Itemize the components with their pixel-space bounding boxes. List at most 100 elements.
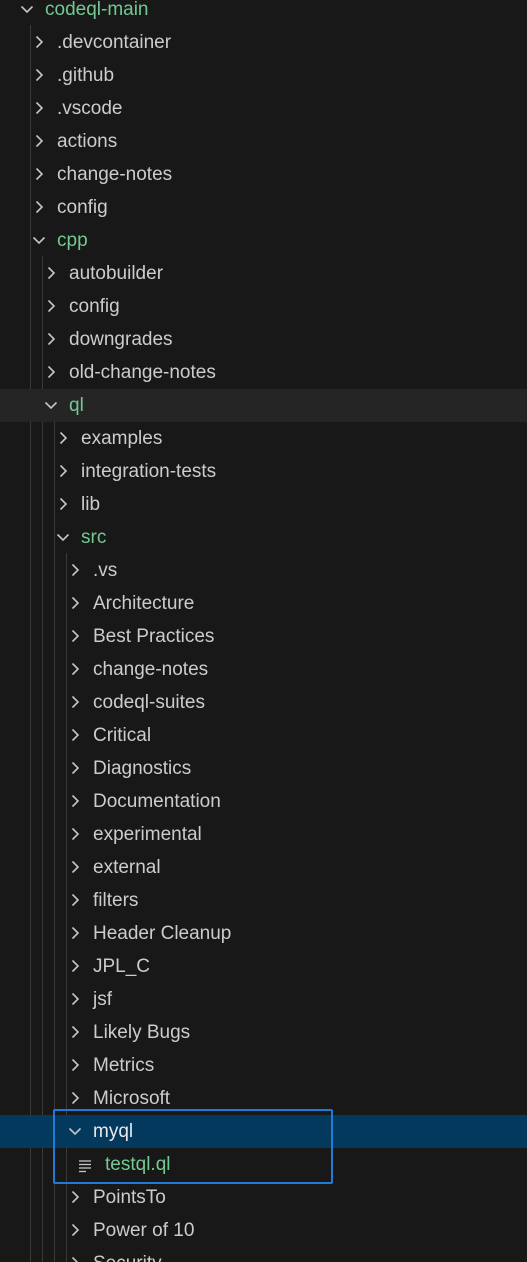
folder-item-actions[interactable]: actions [0, 125, 527, 158]
tree-item-label: external [93, 857, 161, 878]
folder-item-devcontainer[interactable]: .devcontainer [0, 26, 527, 59]
folder-item-lib[interactable]: lib [0, 488, 527, 521]
chevron-right-icon[interactable] [68, 794, 82, 808]
tree-item-label: autobuilder [69, 263, 164, 284]
explorer-tree: codeql-main .devcontainer .github .vscode ac… [0, 0, 527, 1262]
chevron-right-icon[interactable] [68, 1256, 82, 1262]
chevron-down-icon[interactable] [56, 530, 70, 544]
tree-item-label: experimental [93, 824, 202, 845]
folder-item-filters[interactable]: filters [0, 884, 527, 917]
tree-item-label: Microsoft [93, 1088, 171, 1109]
folder-item-ql[interactable]: ql [0, 389, 527, 422]
chevron-down-icon[interactable] [44, 398, 58, 412]
tree-item-label: codeql-suites [93, 692, 205, 713]
file-lines-icon [78, 1157, 92, 1173]
folder-item-old-change-notes[interactable]: old-change-notes [0, 356, 527, 389]
chevron-right-icon[interactable] [68, 1025, 82, 1039]
chevron-right-icon[interactable] [44, 299, 58, 313]
chevron-right-icon[interactable] [44, 266, 58, 280]
chevron-right-icon[interactable] [56, 464, 70, 478]
folder-item-jsf[interactable]: jsf [0, 983, 527, 1016]
folder-item-best-practices[interactable]: Best Practices [0, 620, 527, 653]
folder-item-metrics[interactable]: Metrics [0, 1049, 527, 1082]
folder-item-architecture[interactable]: Architecture [0, 587, 527, 620]
chevron-right-icon[interactable] [44, 332, 58, 346]
folder-item-jpl-c[interactable]: JPL_C [0, 950, 527, 983]
tree-item-label: .devcontainer [57, 32, 172, 53]
chevron-right-icon[interactable] [56, 431, 70, 445]
folder-item-vs[interactable]: .vs [0, 554, 527, 587]
chevron-right-icon[interactable] [68, 1091, 82, 1105]
folder-item-external[interactable]: external [0, 851, 527, 884]
folder-item-autobuilder[interactable]: autobuilder [0, 257, 527, 290]
tree-item-label: PointsTo [93, 1187, 166, 1208]
folder-item-examples[interactable]: examples [0, 422, 527, 455]
folder-item-downgrades[interactable]: downgrades [0, 323, 527, 356]
chevron-right-icon[interactable] [32, 167, 46, 181]
chevron-right-icon[interactable] [68, 1190, 82, 1204]
chevron-right-icon[interactable] [68, 695, 82, 709]
folder-item-diagnostics[interactable]: Diagnostics [0, 752, 527, 785]
chevron-down-icon[interactable] [68, 1124, 82, 1138]
folder-item-codeql-suites[interactable]: codeql-suites [0, 686, 527, 719]
folder-item-security[interactable]: Security [0, 1247, 527, 1262]
chevron-down-icon[interactable] [20, 2, 34, 16]
tree-item-label: change-notes [57, 164, 173, 185]
folder-item-documentation[interactable]: Documentation [0, 785, 527, 818]
folder-item-integration-tests[interactable]: integration-tests [0, 455, 527, 488]
chevron-right-icon[interactable] [68, 761, 82, 775]
chevron-right-icon[interactable] [68, 563, 82, 577]
tree-item-label: ql [69, 395, 84, 416]
tree-item-label: myql [93, 1121, 134, 1142]
tree-item-label: jsf [93, 989, 112, 1010]
file-item-testql-ql[interactable]: testql.ql [0, 1148, 527, 1181]
tree-item-label: filters [93, 890, 139, 911]
chevron-right-icon[interactable] [68, 992, 82, 1006]
chevron-right-icon[interactable] [32, 68, 46, 82]
chevron-right-icon[interactable] [32, 35, 46, 49]
folder-item-config[interactable]: config [0, 191, 527, 224]
folder-item-change-notes[interactable]: change-notes [0, 653, 527, 686]
folder-item-critical[interactable]: Critical [0, 719, 527, 752]
tree-item-label: Diagnostics [93, 758, 192, 779]
tree-item-label: Power of 10 [93, 1220, 195, 1241]
tree-item-label: Critical [93, 725, 152, 746]
folder-item-pointsto[interactable]: PointsTo [0, 1181, 527, 1214]
folder-item-microsoft[interactable]: Microsoft [0, 1082, 527, 1115]
chevron-right-icon[interactable] [68, 959, 82, 973]
chevron-right-icon[interactable] [68, 728, 82, 742]
chevron-right-icon[interactable] [32, 101, 46, 115]
chevron-right-icon[interactable] [56, 497, 70, 511]
folder-item-src[interactable]: src [0, 521, 527, 554]
chevron-right-icon[interactable] [68, 926, 82, 940]
chevron-right-icon[interactable] [68, 827, 82, 841]
tree-item-label: cpp [57, 230, 88, 251]
folder-item-change-notes[interactable]: change-notes [0, 158, 527, 191]
chevron-right-icon[interactable] [68, 596, 82, 610]
chevron-right-icon[interactable] [68, 893, 82, 907]
chevron-right-icon[interactable] [32, 200, 46, 214]
tree-item-label: integration-tests [81, 461, 217, 482]
folder-item-codeql-main[interactable]: codeql-main [0, 0, 527, 26]
chevron-right-icon[interactable] [68, 1058, 82, 1072]
chevron-right-icon[interactable] [68, 860, 82, 874]
chevron-right-icon[interactable] [68, 662, 82, 676]
tree-item-label: testql.ql [105, 1154, 171, 1175]
tree-item-label: Documentation [93, 791, 221, 812]
tree-item-label: Likely Bugs [93, 1022, 191, 1043]
folder-item-config[interactable]: config [0, 290, 527, 323]
folder-item-power-of-10[interactable]: Power of 10 [0, 1214, 527, 1247]
folder-item-experimental[interactable]: experimental [0, 818, 527, 851]
chevron-down-icon[interactable] [32, 233, 46, 247]
folder-item-likely-bugs[interactable]: Likely Bugs [0, 1016, 527, 1049]
folder-item-cpp[interactable]: cpp [0, 224, 527, 257]
folder-item-github[interactable]: .github [0, 59, 527, 92]
folder-item-header-cleanup[interactable]: Header Cleanup [0, 917, 527, 950]
chevron-right-icon[interactable] [68, 1223, 82, 1237]
chevron-right-icon[interactable] [68, 629, 82, 643]
chevron-right-icon[interactable] [44, 365, 58, 379]
folder-item-myql[interactable]: myql [0, 1115, 527, 1148]
folder-item-vscode[interactable]: .vscode [0, 92, 527, 125]
chevron-right-icon[interactable] [32, 134, 46, 148]
tree-item-label: .vscode [57, 98, 123, 119]
